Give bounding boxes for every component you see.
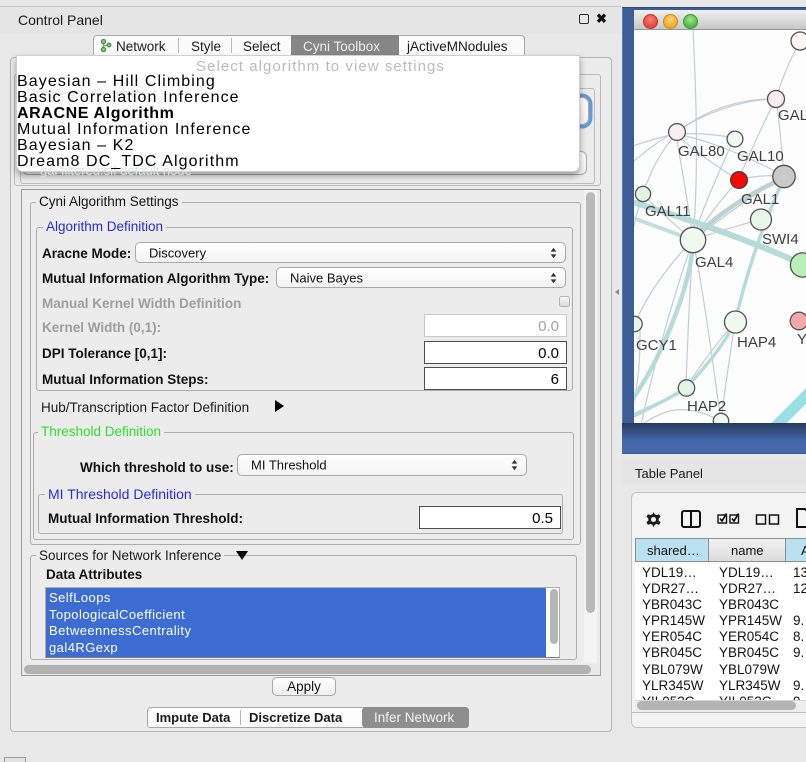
svg-text:GAL80: GAL80 xyxy=(678,143,725,160)
svg-text:SWI4: SWI4 xyxy=(762,231,799,248)
svg-text:GAL7: GAL7 xyxy=(778,107,806,124)
svg-text:GAL11: GAL11 xyxy=(645,203,691,220)
svg-text:GCY1: GCY1 xyxy=(636,337,677,354)
svg-text:GAL1: GAL1 xyxy=(741,191,779,208)
svg-text:Y: Y xyxy=(797,331,806,348)
svg-text:GAL10: GAL10 xyxy=(737,148,784,165)
svg-text:HAP4: HAP4 xyxy=(737,334,776,351)
svg-text:HAP2: HAP2 xyxy=(687,398,726,415)
svg-text:GAL4: GAL4 xyxy=(695,254,733,271)
